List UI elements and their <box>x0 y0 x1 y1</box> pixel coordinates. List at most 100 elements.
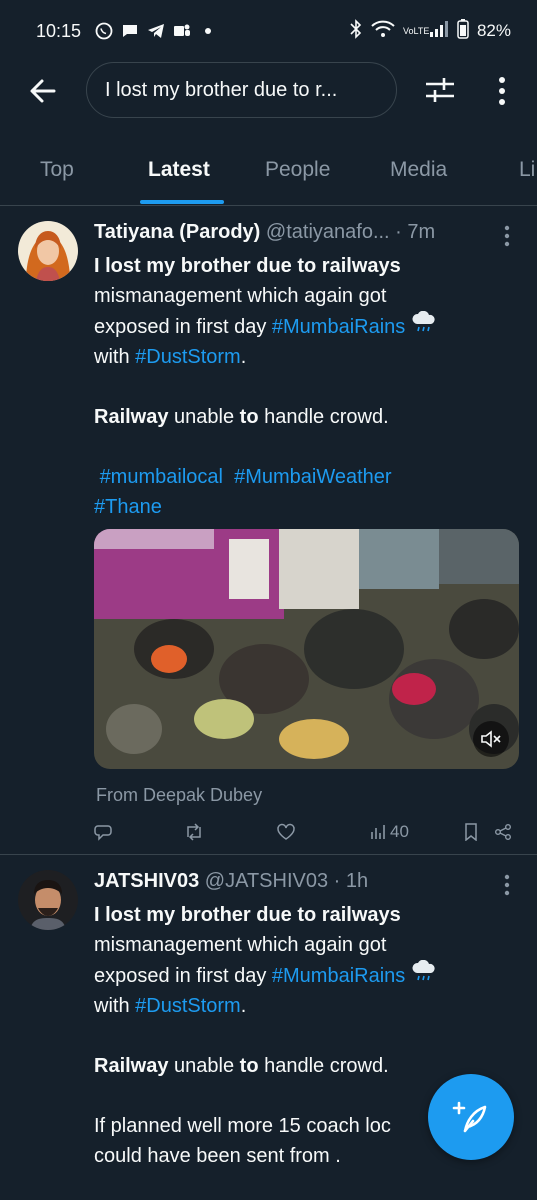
tweet-text-span: with <box>94 346 136 368</box>
tab-lists[interactable]: Li <box>519 158 535 182</box>
teams-icon <box>173 22 191 40</box>
feather-plus-icon <box>452 1101 487 1133</box>
bookmark-icon <box>465 823 477 841</box>
search-query: I lost my brother due to r... <box>105 78 338 101</box>
more-options-button[interactable] <box>496 76 508 106</box>
author-handle[interactable]: @tatiyanafo... <box>266 221 390 243</box>
filter-button[interactable] <box>424 75 456 105</box>
author-name[interactable]: JATSHIV03 <box>94 870 199 892</box>
share-button[interactable] <box>494 819 512 845</box>
tweet-line: Railway unable to handle crowd. <box>94 1051 504 1081</box>
system-icons: VoLTE 82% <box>349 18 511 44</box>
hashtag-link[interactable]: #MumbaiRains <box>272 965 405 987</box>
tweet-line: I lost my brother due to railways <box>94 255 401 277</box>
view-count: 40 <box>390 822 409 841</box>
rain-cloud-icon <box>411 959 437 987</box>
vertical-dots-icon <box>499 77 505 105</box>
video-frame <box>94 529 519 769</box>
tweet-time: · 7m <box>395 221 436 243</box>
battery-percent: 82% <box>476 21 511 40</box>
sliders-icon <box>426 78 454 102</box>
tweet-text-span: exposed in first day <box>94 965 272 987</box>
mute-button[interactable] <box>473 721 509 757</box>
tweet-line: mismanagement which again got <box>94 285 387 307</box>
compose-tweet-button[interactable] <box>428 1074 514 1160</box>
whatsapp-icon <box>95 22 113 40</box>
wifi-icon <box>371 20 395 43</box>
retweet-icon <box>187 823 201 841</box>
tweet-line: with #DustStorm. <box>94 991 504 1021</box>
tweet-line: #mumbailocal #MumbaiWeather <box>94 462 504 492</box>
tweet-actions: 40 <box>94 819 519 845</box>
battery-icon <box>457 18 469 44</box>
tweet-time: · 1h <box>333 870 369 892</box>
like-button[interactable] <box>276 819 296 845</box>
hashtag-link[interactable]: #mumbailocal <box>100 466 223 488</box>
bluetooth-icon <box>349 18 363 44</box>
vertical-dots-icon <box>504 874 510 896</box>
tweet[interactable]: Tatiyana (Parody) @tatiyanafo... · 7m I … <box>0 207 537 855</box>
search-tabs: Top Latest People Media Li <box>0 140 537 206</box>
heart-icon <box>277 823 295 840</box>
hashtag-link[interactable]: #DustStorm <box>135 995 241 1017</box>
dot-icon <box>199 22 217 40</box>
tweet-text-span: handle crowd. <box>258 1055 389 1077</box>
notification-icons <box>95 22 217 40</box>
tweet-line: mismanagement which again got <box>94 934 387 956</box>
back-button[interactable] <box>28 76 58 106</box>
tweet-text-span: Railway <box>94 406 169 428</box>
messages-icon <box>121 22 139 40</box>
hashtag-link[interactable]: #Thane <box>94 496 162 518</box>
tweet-menu-button[interactable] <box>503 874 511 896</box>
arrow-left-icon <box>30 79 56 103</box>
tweet-menu-button[interactable] <box>503 225 511 247</box>
tab-top[interactable]: Top <box>40 158 74 182</box>
tweet-text-span: to <box>239 406 259 428</box>
video-attribution[interactable]: From Deepak Dubey <box>96 785 262 806</box>
avatar[interactable] <box>18 221 78 281</box>
hashtag-link[interactable]: #DustStorm <box>135 346 241 368</box>
bar-chart-icon <box>371 825 385 839</box>
tweet-header: JATSHIV03 @JATSHIV03 · 1h <box>94 870 494 893</box>
retweet-button[interactable] <box>184 819 204 845</box>
tweet-line: I lost my brother due to railways <box>94 904 401 926</box>
tweet-line: exposed in first day #MumbaiRains <box>94 310 504 342</box>
tweet-text-span: . <box>240 346 247 368</box>
tweet-text-span: unable <box>168 1055 240 1077</box>
tweet-text-span: handle crowd. <box>258 406 389 428</box>
tweet-line: with #DustStorm. <box>94 342 504 372</box>
share-icon <box>495 824 511 840</box>
tweet-line: Railway unable to handle crowd. <box>94 402 504 432</box>
tweet-text-span: to <box>239 1055 259 1077</box>
hashtag-link[interactable]: #MumbaiWeather <box>234 466 391 488</box>
signal-icon <box>429 20 449 43</box>
rain-cloud-icon <box>411 310 437 338</box>
reply-icon <box>94 825 112 841</box>
reply-button[interactable] <box>94 819 112 845</box>
tweet-line: exposed in first day #MumbaiRains <box>94 959 504 991</box>
tweet-video[interactable] <box>94 529 519 769</box>
active-tab-indicator <box>140 200 224 204</box>
tweet-text-span: . <box>240 995 247 1017</box>
bookmark-button[interactable] <box>464 819 478 845</box>
tab-people[interactable]: People <box>265 158 330 182</box>
search-header: I lost my brother due to r... <box>0 62 537 122</box>
tab-media[interactable]: Media <box>390 158 447 182</box>
search-input[interactable]: I lost my brother due to r... <box>86 62 397 118</box>
author-handle[interactable]: @JATSHIV03 <box>205 870 328 892</box>
vertical-dots-icon <box>504 225 510 247</box>
tweet-header: Tatiyana (Parody) @tatiyanafo... · 7m <box>94 221 494 244</box>
tweet-text-span: unable <box>168 406 240 428</box>
tweet-line: #Thane <box>94 492 504 522</box>
views-button[interactable]: 40 <box>370 819 409 845</box>
tweet-text: I lost my brother due to railways misman… <box>94 251 504 522</box>
author-name[interactable]: Tatiyana (Parody) <box>94 221 260 243</box>
tab-latest[interactable]: Latest <box>148 158 210 182</box>
status-bar: 10:15 VoLTE 82% <box>0 0 537 62</box>
hashtag-link[interactable]: #MumbaiRains <box>272 316 405 338</box>
speaker-muted-icon <box>481 730 501 748</box>
avatar[interactable] <box>18 870 78 930</box>
tweet-text-span: exposed in first day <box>94 316 272 338</box>
